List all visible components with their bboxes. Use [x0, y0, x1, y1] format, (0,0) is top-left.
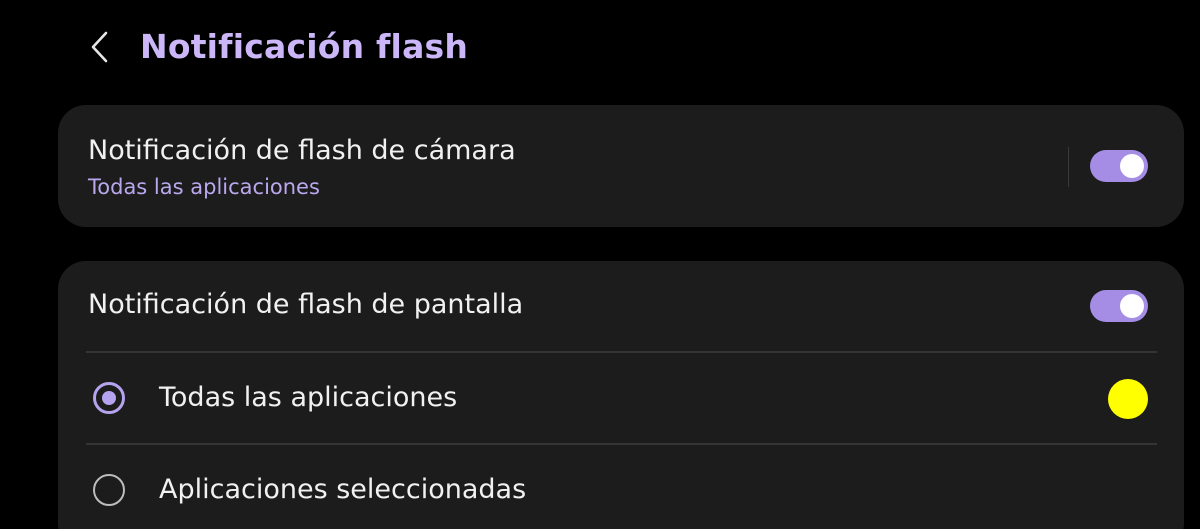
camera-flash-subtitle: Todas las aplicaciones: [88, 175, 320, 199]
option-selected-apps[interactable]: Aplicaciones seleccionadas: [58, 446, 1184, 529]
chevron-left-icon: [91, 31, 108, 63]
toggle-knob: [1120, 154, 1144, 178]
vertical-divider: [1068, 147, 1069, 187]
flash-notification-screen: Notificación flash Notificación de flash…: [0, 0, 1200, 529]
divider: [86, 351, 1157, 353]
radio-unselected[interactable]: [93, 474, 125, 506]
page-title: Notificación flash: [140, 27, 469, 66]
option-selected-apps-label: Aplicaciones seleccionadas: [159, 474, 527, 505]
screen-flash-card: Notificación de flash de pantalla Todas …: [58, 261, 1184, 529]
header: Notificación flash: [0, 0, 1200, 95]
camera-flash-toggle[interactable]: [1090, 150, 1148, 182]
screen-flash-toggle[interactable]: [1090, 290, 1148, 322]
camera-flash-title: Notificación de flash de cámara: [88, 135, 516, 166]
flash-color-picker[interactable]: [1108, 379, 1148, 419]
screen-flash-title: Notificación de flash de pantalla: [88, 289, 524, 320]
camera-flash-card[interactable]: Notificación de flash de cámara Todas la…: [58, 105, 1184, 227]
option-all-apps-label: Todas las aplicaciones: [159, 382, 458, 413]
back-button[interactable]: [80, 22, 120, 72]
toggle-knob: [1120, 294, 1144, 318]
radio-selected[interactable]: [93, 382, 125, 414]
option-all-apps[interactable]: Todas las aplicaciones: [58, 354, 1184, 444]
divider: [86, 443, 1157, 445]
radio-dot: [102, 391, 116, 405]
